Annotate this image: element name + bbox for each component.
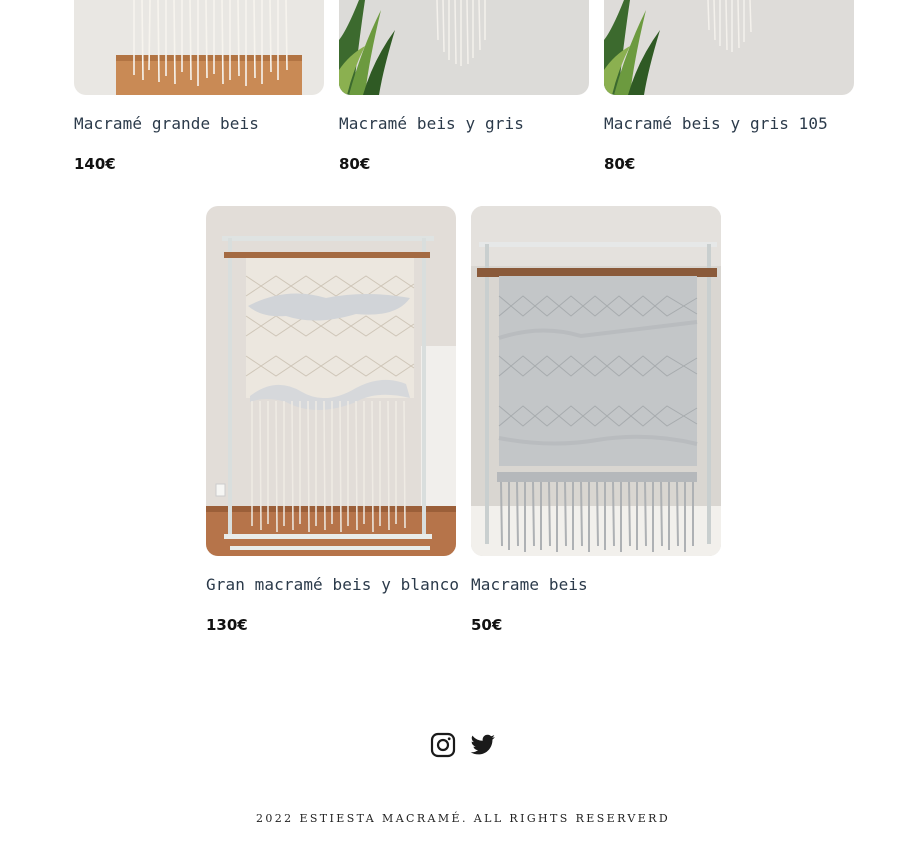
product-title[interactable]: Macramé beis y gris — [339, 114, 524, 133]
product-title[interactable]: Macramé grande beis — [74, 114, 259, 133]
product-image[interactable] — [206, 206, 456, 556]
product-price: 80€ — [339, 155, 371, 173]
product-card[interactable]: Macrame beis 50€ — [471, 206, 721, 634]
product-title[interactable]: Macrame beis — [471, 575, 588, 594]
product-card[interactable]: Macramé beis y gris 105 80€ — [604, 0, 854, 173]
product-price: 80€ — [604, 155, 636, 173]
product-image[interactable] — [74, 0, 324, 95]
instagram-icon[interactable] — [430, 732, 456, 758]
copyright-text: 2022 ESTIESTA MACRAMÉ. ALL RIGHTS RESERV… — [255, 812, 671, 825]
social-links — [430, 732, 496, 758]
product-image[interactable] — [339, 0, 589, 95]
product-image[interactable] — [471, 206, 721, 556]
product-card[interactable]: Macramé beis y gris 80€ — [339, 0, 589, 173]
product-title[interactable]: Gran macramé beis y blanco — [206, 575, 459, 594]
twitter-icon[interactable] — [470, 732, 496, 758]
product-price: 130€ — [206, 616, 248, 634]
product-price: 50€ — [471, 616, 503, 634]
product-image[interactable] — [604, 0, 854, 95]
product-price: 140€ — [74, 155, 116, 173]
product-card[interactable]: Gran macramé beis y blanco 130€ — [206, 206, 459, 634]
product-title[interactable]: Macramé beis y gris 105 — [604, 114, 828, 133]
product-card[interactable]: Macramé grande beis 140€ — [74, 0, 324, 173]
